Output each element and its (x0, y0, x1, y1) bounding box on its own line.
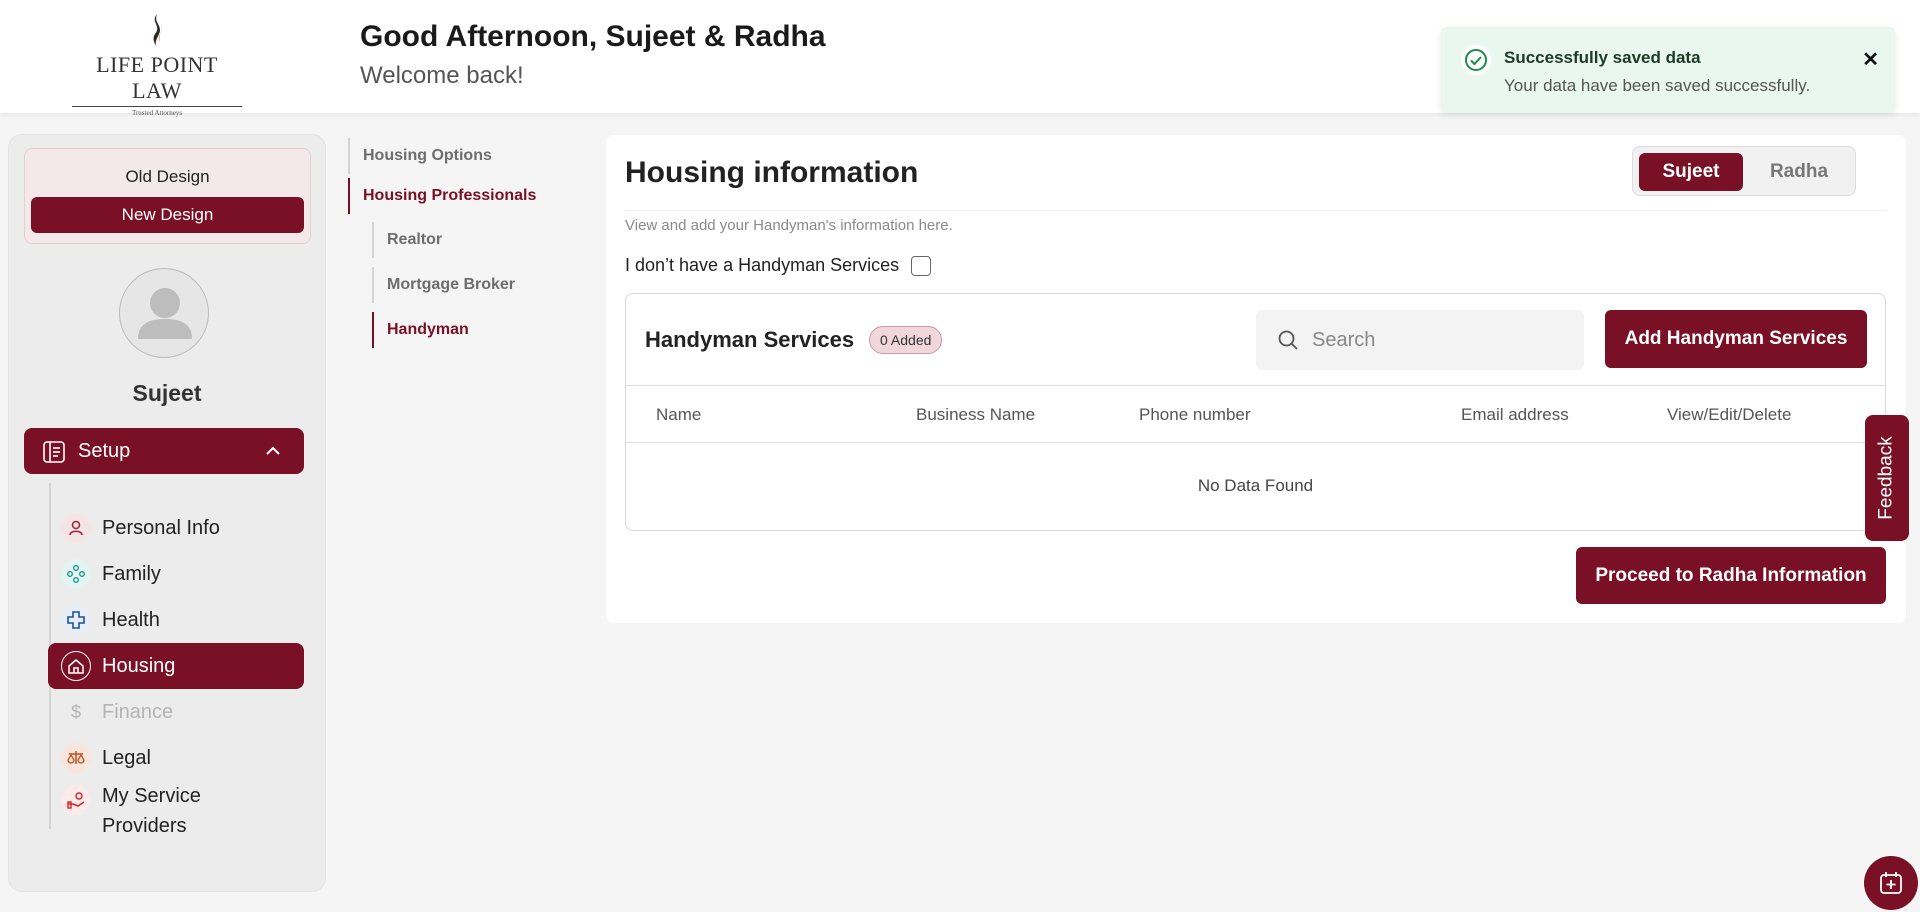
sidebar-item-personal-info[interactable]: Personal Info (48, 505, 304, 551)
sidebar-item-family[interactable]: Family (48, 551, 304, 597)
sidebar-item-label: Family (102, 562, 161, 585)
column-header-phone: Phone number (1139, 405, 1251, 424)
column-header-name: Name (656, 405, 702, 424)
no-handyman-checkbox[interactable] (911, 255, 932, 276)
feedback-label: Feedback (1876, 436, 1898, 520)
section-title: Handyman Services (645, 327, 855, 352)
sidebar-item-finance[interactable]: $ Finance (48, 689, 304, 735)
person-toggle: Sujeet Radha (1632, 146, 1856, 196)
user-name: Sujeet (132, 380, 202, 406)
no-handyman-label: I don’t have a Handyman Services (625, 255, 900, 275)
avatar[interactable] (119, 268, 209, 358)
logo-text: LIFE POINT LAW (72, 52, 242, 107)
health-cross-icon (61, 605, 91, 635)
column-header-email: Email address (1461, 405, 1569, 424)
no-handyman-option: I don’t have a Handyman Services (625, 255, 932, 276)
dollar-icon: $ (61, 697, 91, 727)
greeting-title: Good Afternoon, Sujeet & Radha (360, 20, 826, 53)
section-description: View and add your Handyman's information… (625, 217, 953, 234)
sidebar-item-label: Personal Info (102, 516, 220, 539)
sidebar-item-label: Housing (102, 654, 176, 677)
sidebar-item-health[interactable]: Health (48, 597, 304, 643)
brand-logo[interactable]: LIFE POINT LAW Trusted Attorneys (72, 14, 242, 117)
calendar-plus-icon (1880, 872, 1902, 894)
chevron-up-icon (264, 442, 282, 465)
logo-tagline: Trusted Attorneys (131, 109, 183, 117)
setup-label: Setup (78, 440, 131, 462)
column-header-business-name: Business Name (916, 405, 1036, 424)
sidebar-item-legal[interactable]: Legal (48, 735, 304, 781)
success-toast: Successfully saved data Your data have b… (1441, 27, 1895, 113)
toast-message: Your data have been saved successfully. (1504, 76, 1811, 95)
design-switcher: Old Design New Design (24, 148, 311, 244)
search-box (1256, 310, 1584, 370)
housing-info-card: Housing information Sujeet Radha View an… (606, 135, 1906, 623)
sidebar-item-label: Legal (102, 746, 151, 769)
add-handyman-button[interactable]: Add Handyman Services (1605, 310, 1867, 368)
sidebar-item-label: My Service Providers (102, 785, 201, 837)
page-title: Housing information (625, 156, 919, 189)
house-icon (61, 651, 91, 681)
subnav-housing-options[interactable]: Housing Options (348, 138, 492, 174)
search-icon (1276, 328, 1300, 352)
toggle-radha[interactable]: Radha (1747, 153, 1851, 191)
feedback-tab[interactable]: Feedback (1865, 415, 1909, 541)
table-header: Name Business Name Phone number Email ad… (626, 385, 1885, 443)
top-header: LIFE POINT LAW Trusted Attorneys Good Af… (0, 0, 1920, 117)
setup-menu-toggle[interactable]: Setup (24, 428, 304, 474)
search-input[interactable] (1312, 328, 1552, 352)
family-icon (61, 559, 91, 589)
sidebar-item-label: Finance (102, 700, 174, 723)
column-header-actions: View/Edit/Delete (1667, 405, 1792, 424)
flame-logo-icon (153, 14, 162, 48)
sidebar-item-my-service-providers[interactable]: My Service Providers (48, 781, 304, 845)
sidebar: Old Design New Design Sujeet Setup Perso… (8, 134, 326, 892)
scales-icon (61, 743, 91, 773)
close-icon[interactable]: ✕ (1862, 47, 1879, 72)
handyman-table-card: Handyman Services 0 Added Add Handyman S… (625, 293, 1886, 531)
empty-state: No Data Found (1197, 476, 1314, 495)
new-design-button[interactable]: New Design (31, 197, 304, 233)
welcome-subtitle: Welcome back! (360, 62, 524, 89)
divider (625, 210, 1886, 211)
toast-title: Successfully saved data (1504, 48, 1701, 67)
sidebar-item-housing[interactable]: Housing (48, 643, 304, 689)
person-icon (61, 513, 91, 543)
check-circle-icon (1461, 45, 1491, 75)
service-hand-icon (61, 785, 91, 815)
calendar-add-button[interactable] (1864, 856, 1918, 910)
sidebar-item-label: Health (102, 608, 160, 631)
form-list-icon (42, 440, 66, 469)
count-badge: 0 Added (869, 326, 943, 354)
proceed-button[interactable]: Proceed to Radha Information (1576, 547, 1886, 604)
old-design-button[interactable]: Old Design (25, 167, 310, 187)
subnav-housing-professionals[interactable]: Housing Professionals (348, 178, 536, 214)
subnav-handyman[interactable]: Handyman (372, 312, 469, 348)
subnav-realtor[interactable]: Realtor (372, 222, 442, 258)
subnav-mortgage-broker[interactable]: Mortgage Broker (372, 267, 515, 303)
user-silhouette-icon (138, 288, 192, 339)
toggle-sujeet[interactable]: Sujeet (1639, 153, 1743, 191)
